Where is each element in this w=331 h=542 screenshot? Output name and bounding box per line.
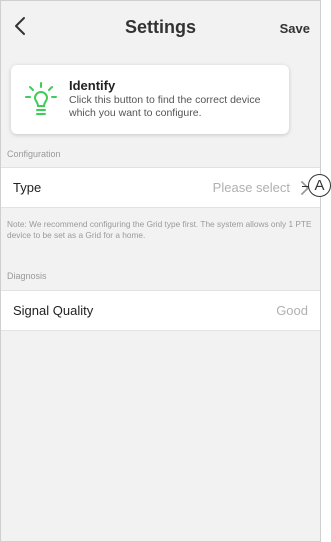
lightbulb-icon xyxy=(25,82,57,115)
page-title: Settings xyxy=(124,17,196,37)
header-bar: Settings Save xyxy=(1,1,320,53)
identify-button[interactable]: Identify Click this button to find the c… xyxy=(11,65,289,134)
signal-quality-row: Signal Quality Good xyxy=(1,290,320,331)
type-value: Please select xyxy=(212,180,290,195)
callout-marker: A xyxy=(308,174,331,197)
type-label: Type xyxy=(13,180,42,195)
identify-description: Click this button to find the correct de… xyxy=(69,94,261,119)
diagnosis-section-label: Diagnosis xyxy=(7,271,47,281)
signal-quality-label: Signal Quality xyxy=(13,303,94,318)
configuration-section-label: Configuration xyxy=(7,149,61,159)
grid-type-note: Note: We recommend configuring the Grid … xyxy=(7,219,312,240)
signal-quality-value: Good xyxy=(276,303,308,318)
type-row[interactable]: Type Please select xyxy=(1,167,320,208)
identify-title: Identify xyxy=(69,78,116,93)
save-button[interactable]: Save xyxy=(280,21,310,36)
settings-screen: Settings Save Identify Click this button… xyxy=(0,0,321,542)
